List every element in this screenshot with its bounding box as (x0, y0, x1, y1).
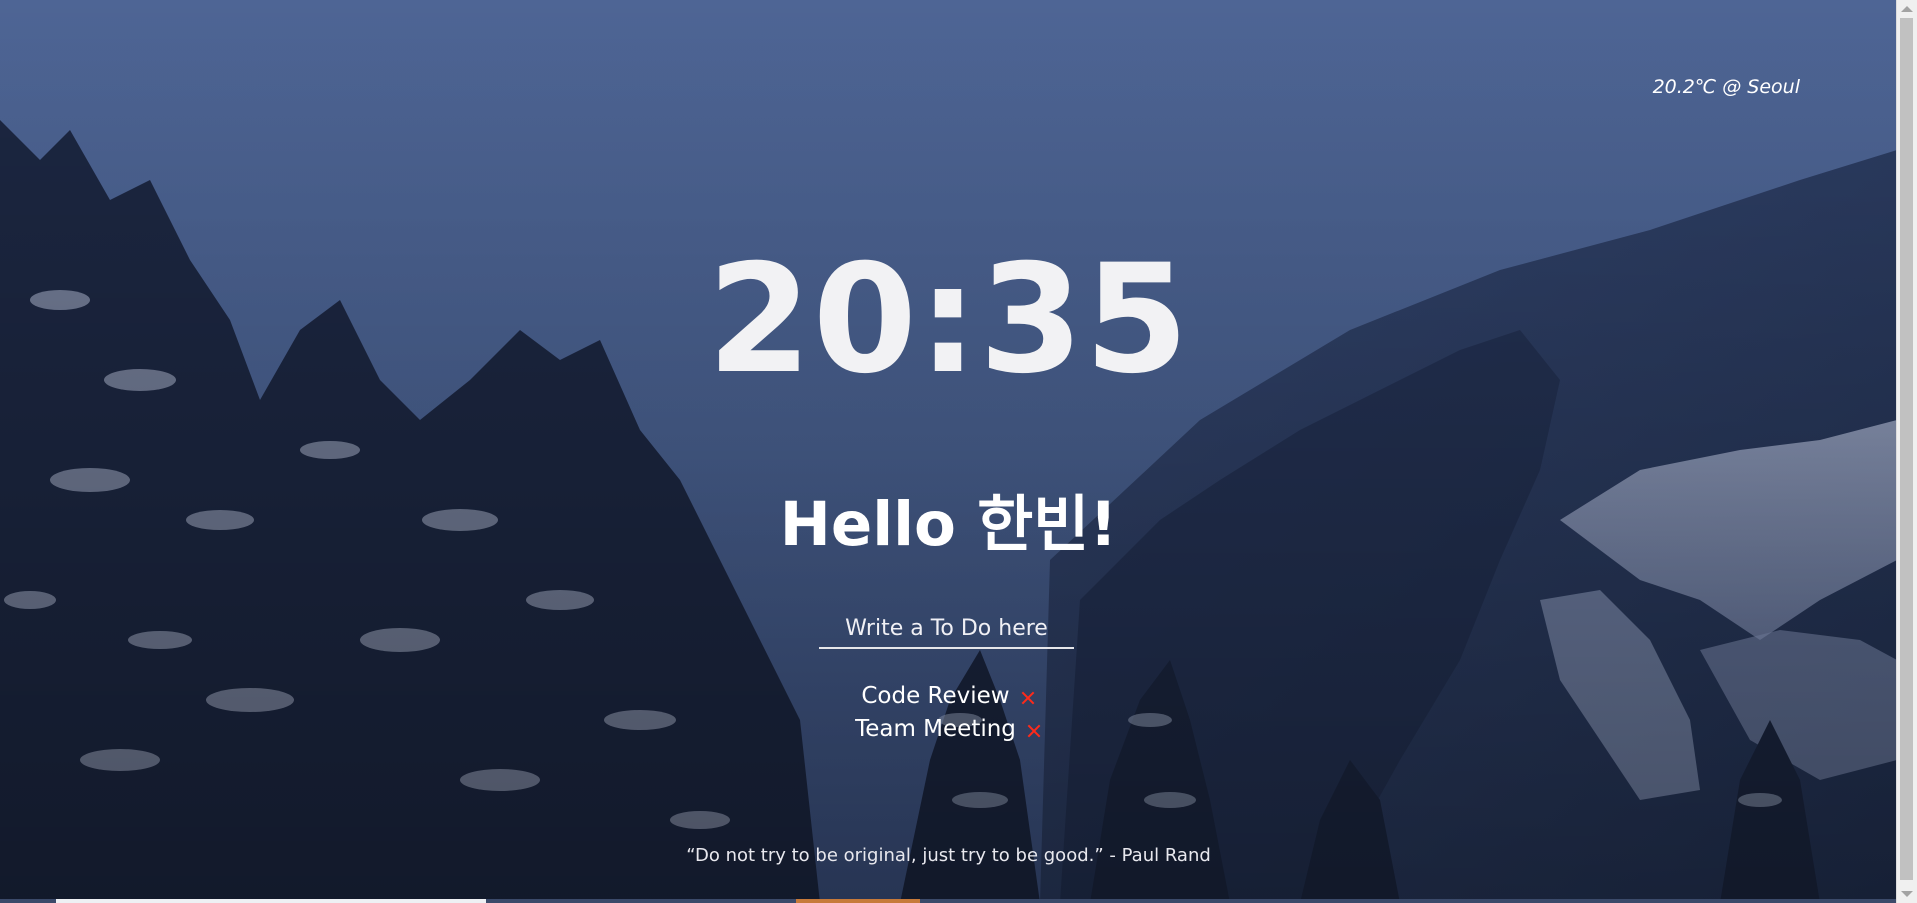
todo-list: Code Review Team Meeting (0, 680, 1897, 746)
greeting-text: Hello 한빈! (779, 489, 1118, 560)
todo-item: Code Review (0, 680, 1897, 713)
quote-text: “Do not try to be original, just try to … (686, 845, 1211, 866)
scrollbar-thumb[interactable] (1900, 18, 1913, 880)
momentum-page: 20.2℃ @ Seoul 20:35 Hello 한빈! Code Revie… (0, 0, 1917, 903)
vertical-scrollbar[interactable] (1896, 0, 1917, 903)
todo-item-label: Team Meeting (855, 716, 1016, 742)
taskbar-item-active (796, 899, 920, 903)
taskbar-item (56, 899, 486, 903)
clock-time: 20:35 (707, 233, 1190, 407)
scroll-up-icon[interactable] (1901, 6, 1913, 12)
scroll-down-icon[interactable] (1901, 891, 1913, 897)
todo-form (819, 612, 1074, 649)
weather-display: 20.2℃ @ Seoul (1652, 76, 1800, 98)
background-snowy-forest-image (0, 0, 1897, 903)
todo-input[interactable] (819, 612, 1074, 649)
todo-item: Team Meeting (0, 713, 1897, 746)
close-icon[interactable] (1026, 723, 1042, 739)
close-icon[interactable] (1020, 690, 1036, 706)
todo-item-label: Code Review (861, 683, 1010, 709)
